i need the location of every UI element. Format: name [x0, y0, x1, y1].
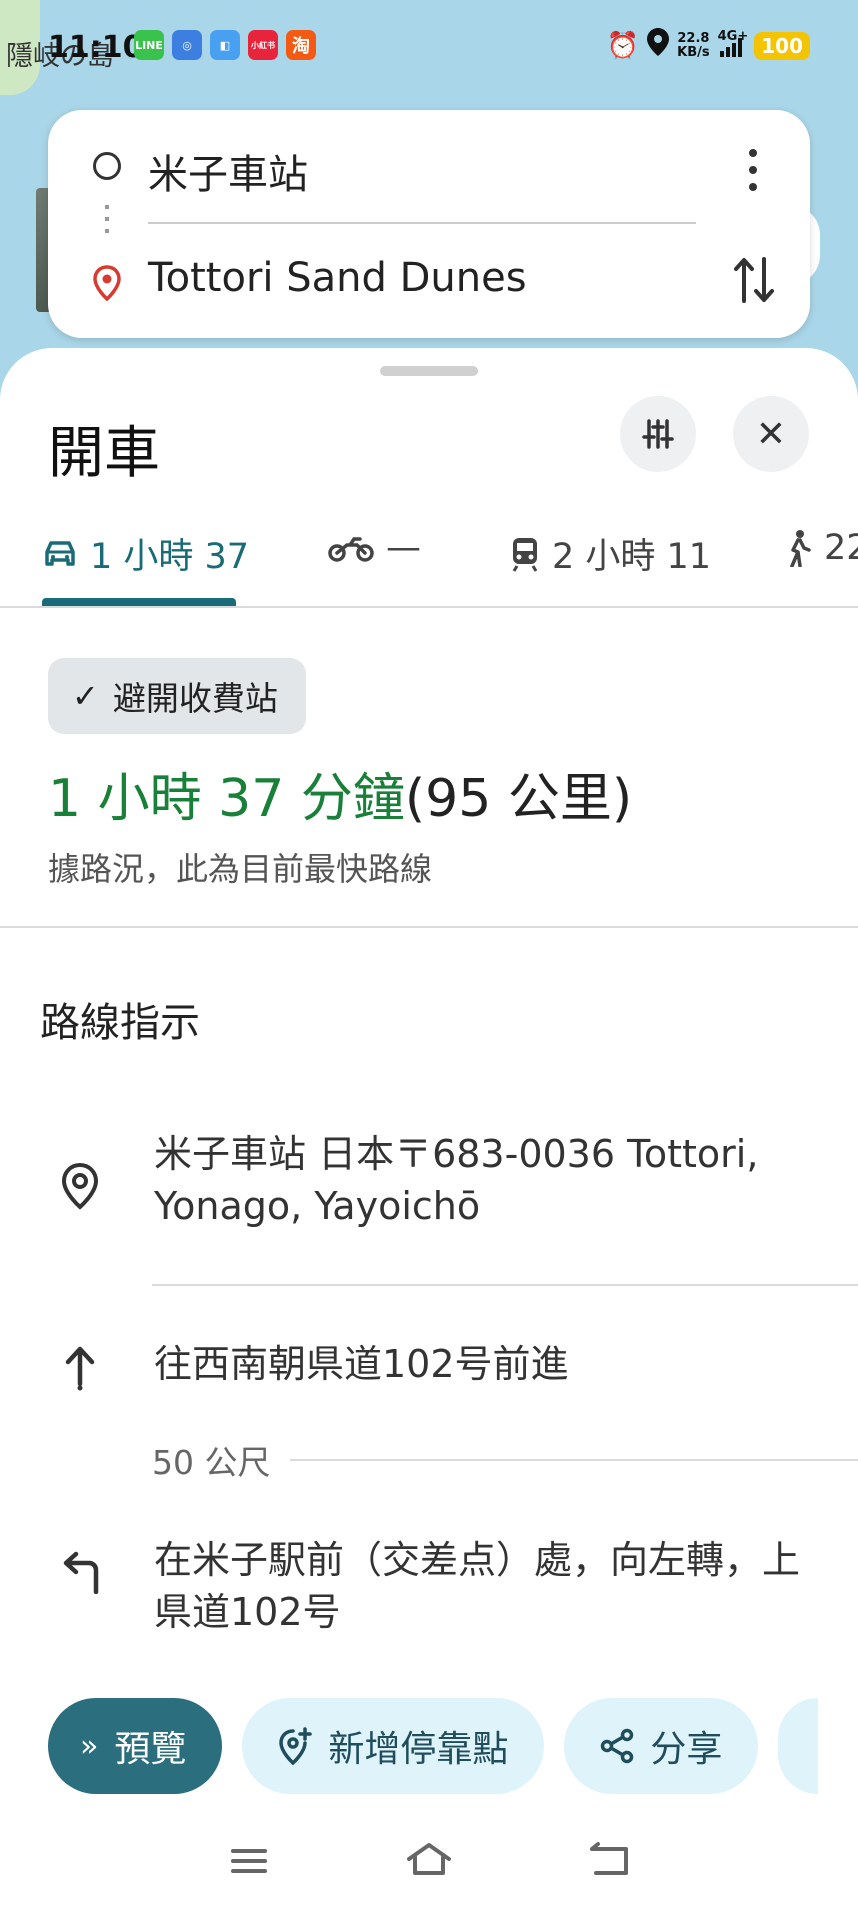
directions-section-title: 路線指示 [40, 1000, 200, 1046]
status-app-icons: LINE ◎ ◧ 小紅书 淘 [134, 30, 316, 60]
tab-driving-label: 1 小時 37 [90, 537, 250, 577]
car-icon [45, 540, 75, 566]
status-indicators: ⏰ 22.8 KB/s 4G+ 100 [607, 28, 810, 63]
tab-motorcycle[interactable]: — [328, 528, 421, 568]
double-chevron-icon: » [80, 1728, 99, 1764]
browser-app-icon: ◎ [172, 30, 202, 60]
route-dots-connector [105, 205, 109, 241]
share-icon [601, 1728, 634, 1764]
step-divider [152, 1284, 858, 1286]
destination-pin-icon [92, 265, 122, 305]
status-time: 11:10 [48, 30, 144, 65]
action-buttons-row: » 預覽 新增停靠點 分享 [48, 1698, 819, 1794]
alarm-icon: ⏰ [606, 30, 640, 61]
train-icon [512, 537, 538, 572]
home-icon [407, 1842, 451, 1875]
back-icon [590, 1841, 628, 1875]
more-options-icon[interactable] [738, 145, 768, 195]
straight-arrow-icon [60, 1342, 100, 1403]
direction-step-text: 在米子駅前（交差点）處，向左轉，上県道102号 [154, 1538, 801, 1634]
share-label: 分享 [650, 1729, 723, 1770]
tab-transit-label: 2 小時 11 [552, 537, 712, 577]
route-options-button[interactable] [620, 396, 696, 472]
preview-button[interactable]: » 預覽 [48, 1698, 223, 1794]
menu-icon [231, 1848, 267, 1873]
xiaohongshu-app-icon: 小紅书 [248, 30, 278, 60]
tune-icon [642, 419, 674, 449]
route-summary: 1 小時 37 分鐘(95 公里) [48, 756, 632, 831]
active-tab-indicator [42, 598, 236, 606]
motorcycle-icon [328, 537, 374, 562]
section-divider [0, 926, 858, 928]
system-nav-bar [0, 1822, 858, 1902]
share-button[interactable]: 分享 [564, 1698, 759, 1794]
tab-motorcycle-label: — [386, 528, 421, 568]
signal-indicator: 4G+ [718, 30, 748, 57]
directions-search-card: 米子車站 Tottori Sand Dunes [48, 110, 810, 338]
avoid-tolls-label: 避開收費站 [112, 679, 278, 718]
tab-walking-label: 22 [824, 528, 858, 568]
direction-step-text: 米子車站 日本〒683-0036 Tottori, Yonago, Yayoic… [154, 1132, 759, 1228]
direction-step-text: 往西南朝県道102号前進 [154, 1342, 569, 1386]
taobao-app-icon: 淘 [286, 30, 316, 60]
swap-direction-icon[interactable] [732, 255, 776, 316]
step-distance: 50 公尺 [152, 1443, 271, 1482]
preview-label: 預覽 [114, 1729, 187, 1770]
search-divider [148, 222, 696, 224]
status-bar: 11:10 LINE ◎ ◧ 小紅书 淘 ⏰ 22.8 KB/s 4G+ 100 [0, 26, 858, 66]
tab-transit[interactable]: 2 小時 11 [510, 528, 711, 579]
add-location-icon [279, 1727, 313, 1765]
tab-driving[interactable]: 1 小時 37 [42, 528, 249, 579]
sheet-drag-handle[interactable] [380, 366, 478, 376]
close-button[interactable]: ✕ [733, 396, 809, 472]
travel-mode-tabs: 1 小時 37 — 2 小時 11 22 [0, 506, 858, 608]
network-speed: 22.8 KB/s [677, 30, 710, 60]
check-icon: ✓ [72, 677, 99, 715]
location-icon [647, 28, 670, 63]
step-distance-line [290, 1459, 858, 1461]
route-note: 據路況，此為目前最快路線 [48, 850, 433, 888]
more-actions-button[interactable] [778, 1698, 819, 1794]
close-icon: ✕ [755, 413, 787, 455]
menu-nav-button[interactable] [214, 1837, 284, 1888]
battery-indicator: 100 [754, 31, 810, 60]
sheet-title: 開車 [48, 421, 160, 486]
route-distance: (95 公里) [404, 769, 633, 829]
directions-bottom-sheet: 開車 ✕ 1 小時 37 — 2 小時 11 22 ✓ 避開收費站 1 小時 3… [0, 348, 858, 1907]
origin-field[interactable]: 米子車站 [148, 142, 308, 200]
destination-field[interactable]: Tottori Sand Dunes [148, 255, 527, 301]
turn-left-icon [60, 1550, 106, 1605]
route-duration: 1 小時 37 分鐘 [48, 769, 405, 829]
home-nav-button[interactable] [394, 1837, 464, 1888]
line-app-icon: LINE [134, 30, 164, 60]
back-nav-button[interactable] [574, 1837, 644, 1888]
avoid-tolls-chip[interactable]: ✓ 避開收費站 [48, 658, 306, 734]
start-pin-icon [60, 1162, 100, 1221]
add-stop-button[interactable]: 新增停靠點 [242, 1698, 545, 1794]
tab-walking[interactable]: 22 [786, 528, 858, 568]
screen: 隱岐の島 11:10 LINE ◎ ◧ 小紅书 淘 ⏰ 22.8 KB/s 4G… [0, 0, 858, 1907]
step-distance-row: 50 公尺 [152, 1436, 858, 1484]
files-app-icon: ◧ [210, 30, 240, 60]
walk-icon [790, 530, 811, 567]
origin-circle-icon [93, 152, 121, 180]
add-stop-label: 新增停靠點 [328, 1729, 509, 1770]
